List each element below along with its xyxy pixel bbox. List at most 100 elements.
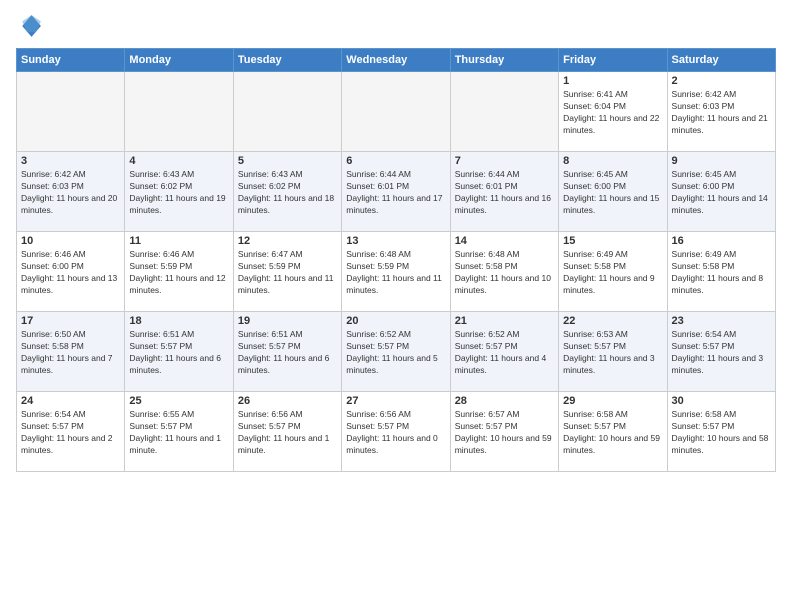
calendar-day-cell: [233, 72, 341, 152]
calendar-day-cell: 5 Sunrise: 6:43 AM Sunset: 6:02 PM Daylig…: [233, 152, 341, 232]
calendar-day-cell: 13 Sunrise: 6:48 AM Sunset: 5:59 PM Dayli…: [342, 232, 450, 312]
header-tuesday: Tuesday: [233, 49, 341, 72]
day-number: 10: [21, 235, 120, 247]
day-info: Sunrise: 6:54 AM Sunset: 5:57 PM Dayligh…: [21, 409, 120, 457]
header-friday: Friday: [559, 49, 667, 72]
calendar-day-cell: 21 Sunrise: 6:52 AM Sunset: 5:57 PM Dayli…: [450, 312, 558, 392]
calendar-day-cell: 4 Sunrise: 6:43 AM Sunset: 6:02 PM Daylig…: [125, 152, 233, 232]
day-number: 25: [129, 395, 228, 407]
calendar-day-cell: 15Sunrise: 6:49 AM Sunset: 5:58 PM Dayli…: [559, 232, 667, 312]
calendar-day-cell: 20Sunrise: 6:52 AM Sunset: 5:57 PM Dayli…: [342, 312, 450, 392]
day-number: 19: [238, 315, 337, 327]
day-info: Sunrise: 6:49 AM Sunset: 5:58 PM Dayligh…: [563, 249, 662, 297]
day-info: Sunrise: 6:43 AM Sunset: 6:02 PM Dayligh…: [238, 169, 337, 217]
day-info: Sunrise: 6:52 AM Sunset: 5:57 PM Dayligh…: [346, 329, 445, 377]
day-number: 22: [563, 315, 662, 327]
day-info: Sunrise: 6:58 AM Sunset: 5:57 PM Dayligh…: [563, 409, 662, 457]
calendar-week-row: 17 Sunrise: 6:50 AM Sunset: 5:58 PM Dayli…: [17, 312, 776, 392]
day-number: 28: [455, 395, 554, 407]
day-info: Sunrise: 6:51 AM Sunset: 5:57 PM Dayligh…: [129, 329, 228, 377]
day-number: 24: [21, 395, 120, 407]
day-number: 11: [129, 235, 228, 247]
day-number: 17: [21, 315, 120, 327]
calendar-week-row: 3Sunrise: 6:42 AM Sunset: 6:03 PM Daylig…: [17, 152, 776, 232]
calendar-day-cell: 16 Sunrise: 6:49 AM Sunset: 5:58 PM Dayli…: [667, 232, 775, 312]
day-number: 14: [455, 235, 554, 247]
calendar-day-cell: [125, 72, 233, 152]
logo-icon: [16, 12, 44, 40]
calendar-day-cell: 23 Sunrise: 6:54 AM Sunset: 5:57 PM Dayli…: [667, 312, 775, 392]
calendar-day-cell: 26 Sunrise: 6:56 AM Sunset: 5:57 PM Dayli…: [233, 392, 341, 472]
day-number: 6: [346, 155, 445, 167]
calendar-day-cell: 25 Sunrise: 6:55 AM Sunset: 5:57 PM Dayli…: [125, 392, 233, 472]
calendar-day-cell: 22 Sunrise: 6:53 AM Sunset: 5:57 PM Dayli…: [559, 312, 667, 392]
day-number: 29: [563, 395, 662, 407]
calendar-day-cell: 28 Sunrise: 6:57 AM Sunset: 5:57 PM Dayli…: [450, 392, 558, 472]
day-info: Sunrise: 6:42 AM Sunset: 6:03 PM Dayligh…: [672, 89, 771, 137]
day-info: Sunrise: 6:58 AM Sunset: 5:57 PM Dayligh…: [672, 409, 771, 457]
calendar-week-row: 1 Sunrise: 6:41 AM Sunset: 6:04 PM Daylig…: [17, 72, 776, 152]
day-info: Sunrise: 6:43 AM Sunset: 6:02 PM Dayligh…: [129, 169, 228, 217]
day-number: 30: [672, 395, 771, 407]
calendar-day-cell: 14 Sunrise: 6:48 AM Sunset: 5:58 PM Dayli…: [450, 232, 558, 312]
calendar-day-cell: 11Sunrise: 6:46 AM Sunset: 5:59 PM Dayli…: [125, 232, 233, 312]
day-info: Sunrise: 6:44 AM Sunset: 6:01 PM Dayligh…: [346, 169, 445, 217]
page-header: [16, 12, 776, 40]
day-info: Sunrise: 6:57 AM Sunset: 5:57 PM Dayligh…: [455, 409, 554, 457]
day-number: 2: [672, 75, 771, 87]
day-info: Sunrise: 6:55 AM Sunset: 5:57 PM Dayligh…: [129, 409, 228, 457]
day-number: 27: [346, 395, 445, 407]
day-info: Sunrise: 6:53 AM Sunset: 5:57 PM Dayligh…: [563, 329, 662, 377]
calendar-day-cell: 3Sunrise: 6:42 AM Sunset: 6:03 PM Daylig…: [17, 152, 125, 232]
calendar-header-row: Sunday Monday Tuesday Wednesday Thursday…: [17, 49, 776, 72]
calendar-day-cell: [17, 72, 125, 152]
calendar-day-cell: 2 Sunrise: 6:42 AM Sunset: 6:03 PM Daylig…: [667, 72, 775, 152]
header-sunday: Sunday: [17, 49, 125, 72]
calendar-day-cell: 17 Sunrise: 6:50 AM Sunset: 5:58 PM Dayli…: [17, 312, 125, 392]
day-info: Sunrise: 6:44 AM Sunset: 6:01 PM Dayligh…: [455, 169, 554, 217]
day-info: Sunrise: 6:48 AM Sunset: 5:59 PM Dayligh…: [346, 249, 445, 297]
calendar-day-cell: [450, 72, 558, 152]
day-number: 23: [672, 315, 771, 327]
day-info: Sunrise: 6:47 AM Sunset: 5:59 PM Dayligh…: [238, 249, 337, 297]
day-number: 21: [455, 315, 554, 327]
calendar-table: Sunday Monday Tuesday Wednesday Thursday…: [16, 48, 776, 472]
day-number: 5: [238, 155, 337, 167]
day-info: Sunrise: 6:52 AM Sunset: 5:57 PM Dayligh…: [455, 329, 554, 377]
day-info: Sunrise: 6:56 AM Sunset: 5:57 PM Dayligh…: [238, 409, 337, 457]
day-info: Sunrise: 6:51 AM Sunset: 5:57 PM Dayligh…: [238, 329, 337, 377]
calendar-day-cell: 9 Sunrise: 6:45 AM Sunset: 6:00 PM Daylig…: [667, 152, 775, 232]
calendar-week-row: 10 Sunrise: 6:46 AM Sunset: 6:00 PM Dayli…: [17, 232, 776, 312]
day-number: 12: [238, 235, 337, 247]
day-info: Sunrise: 6:45 AM Sunset: 6:00 PM Dayligh…: [672, 169, 771, 217]
calendar-day-cell: 6 Sunrise: 6:44 AM Sunset: 6:01 PM Daylig…: [342, 152, 450, 232]
day-info: Sunrise: 6:49 AM Sunset: 5:58 PM Dayligh…: [672, 249, 771, 297]
day-number: 1: [563, 75, 662, 87]
day-number: 4: [129, 155, 228, 167]
calendar-day-cell: 1 Sunrise: 6:41 AM Sunset: 6:04 PM Daylig…: [559, 72, 667, 152]
calendar-day-cell: 8 Sunrise: 6:45 AM Sunset: 6:00 PM Daylig…: [559, 152, 667, 232]
calendar-day-cell: 7Sunrise: 6:44 AM Sunset: 6:01 PM Daylig…: [450, 152, 558, 232]
day-info: Sunrise: 6:56 AM Sunset: 5:57 PM Dayligh…: [346, 409, 445, 457]
day-info: Sunrise: 6:46 AM Sunset: 6:00 PM Dayligh…: [21, 249, 120, 297]
calendar-day-cell: 10 Sunrise: 6:46 AM Sunset: 6:00 PM Dayli…: [17, 232, 125, 312]
calendar-day-cell: 12 Sunrise: 6:47 AM Sunset: 5:59 PM Dayli…: [233, 232, 341, 312]
logo: [16, 12, 48, 40]
day-info: Sunrise: 6:45 AM Sunset: 6:00 PM Dayligh…: [563, 169, 662, 217]
calendar-day-cell: 18Sunrise: 6:51 AM Sunset: 5:57 PM Dayli…: [125, 312, 233, 392]
calendar-day-cell: 19 Sunrise: 6:51 AM Sunset: 5:57 PM Dayli…: [233, 312, 341, 392]
day-info: Sunrise: 6:50 AM Sunset: 5:58 PM Dayligh…: [21, 329, 120, 377]
day-number: 9: [672, 155, 771, 167]
day-info: Sunrise: 6:41 AM Sunset: 6:04 PM Dayligh…: [563, 89, 662, 137]
day-number: 13: [346, 235, 445, 247]
day-number: 26: [238, 395, 337, 407]
header-wednesday: Wednesday: [342, 49, 450, 72]
header-saturday: Saturday: [667, 49, 775, 72]
day-info: Sunrise: 6:54 AM Sunset: 5:57 PM Dayligh…: [672, 329, 771, 377]
day-number: 3: [21, 155, 120, 167]
day-number: 8: [563, 155, 662, 167]
calendar-day-cell: 27 Sunrise: 6:56 AM Sunset: 5:57 PM Dayli…: [342, 392, 450, 472]
header-thursday: Thursday: [450, 49, 558, 72]
day-number: 16: [672, 235, 771, 247]
day-info: Sunrise: 6:48 AM Sunset: 5:58 PM Dayligh…: [455, 249, 554, 297]
